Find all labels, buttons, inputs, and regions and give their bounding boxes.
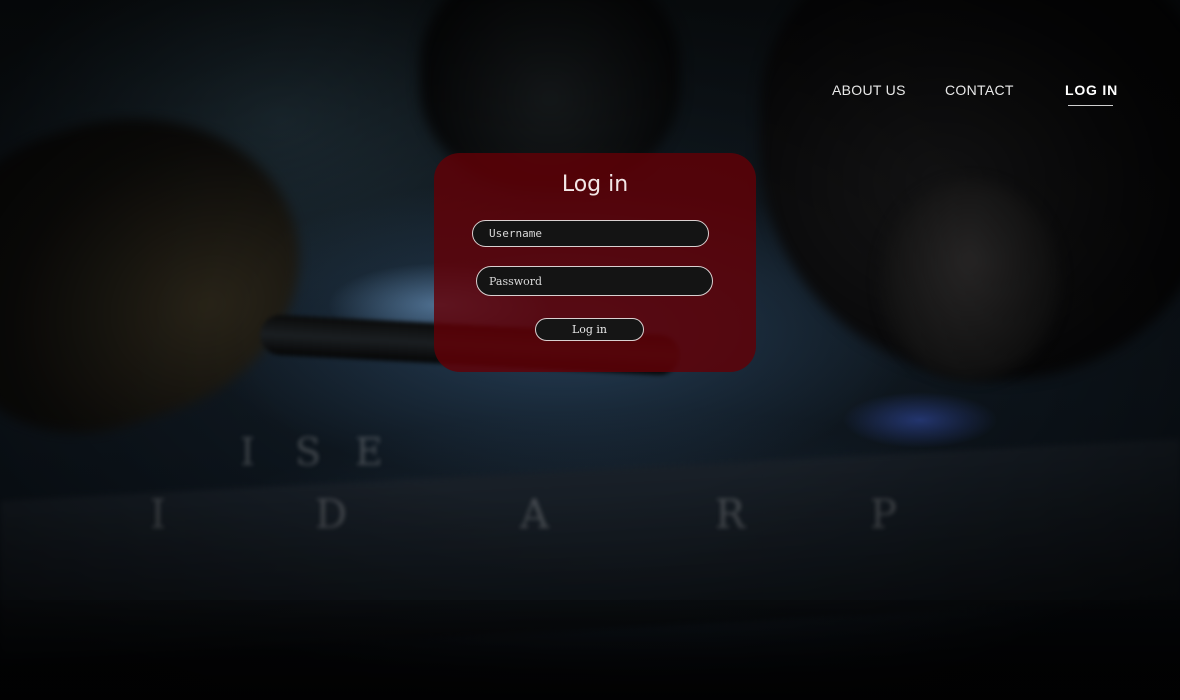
nav-log-in-link[interactable]: LOG IN bbox=[1065, 82, 1118, 98]
nav-contact-link[interactable]: CONTACT bbox=[945, 82, 1014, 98]
password-input[interactable] bbox=[476, 266, 713, 296]
login-submit-button[interactable]: Log in bbox=[535, 318, 644, 341]
username-input[interactable] bbox=[472, 220, 709, 247]
page: ISE IDARP ABOUT US CONTACT LOG IN Log in… bbox=[0, 0, 1180, 700]
nav-about-us-link[interactable]: ABOUT US bbox=[832, 82, 906, 98]
nav-active-underline bbox=[1068, 105, 1113, 106]
login-title: Log in bbox=[561, 172, 629, 197]
login-card: Log in Log in bbox=[434, 153, 756, 372]
